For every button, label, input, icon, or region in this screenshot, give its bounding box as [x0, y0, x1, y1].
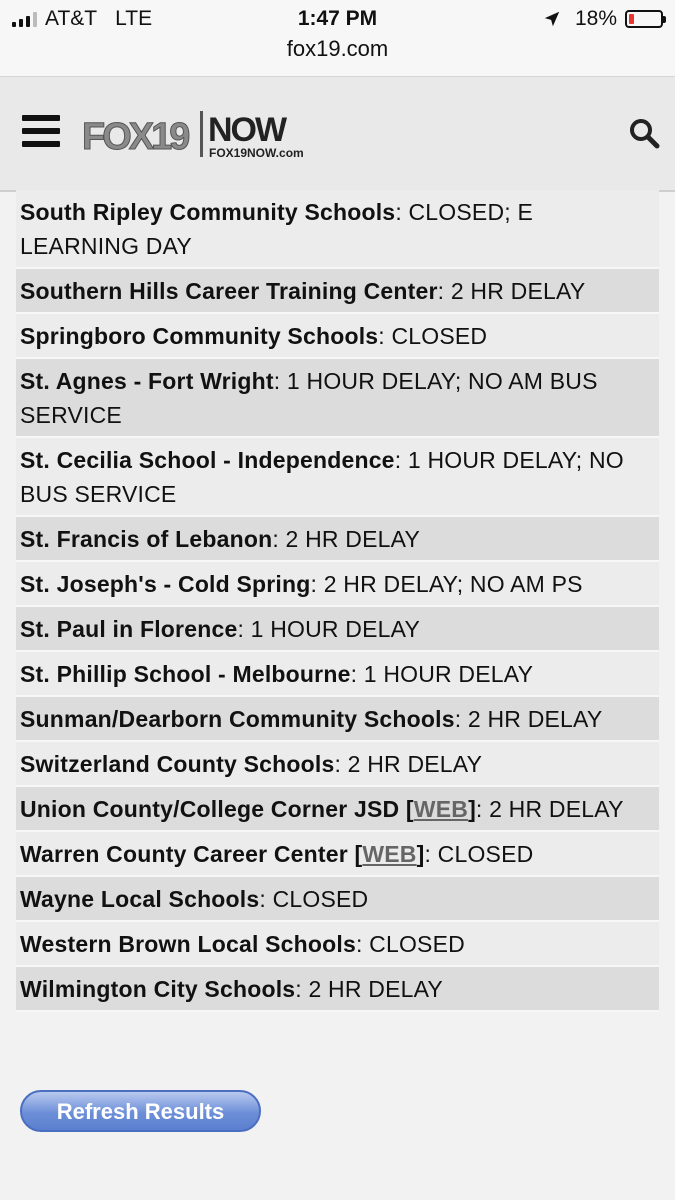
closing-status: : 2 HR DELAY; NO AM PS [310, 571, 583, 597]
school-name: St. Agnes - Fort Wright [20, 368, 274, 394]
closing-status: : 2 HR DELAY [454, 706, 603, 732]
search-icon[interactable] [628, 117, 660, 149]
closing-row: Warren County Career Center [WEB]: CLOSE… [16, 832, 659, 877]
school-web-link[interactable]: WEB [362, 841, 416, 867]
closing-status: : 1 HOUR DELAY [237, 616, 421, 642]
closing-row: St. Agnes - Fort Wright: 1 HOUR DELAY; N… [16, 359, 659, 438]
closing-status: : 1 HOUR DELAY [350, 661, 534, 687]
closing-status: : 2 HR DELAY [272, 526, 421, 552]
closing-status: : CLOSED [259, 886, 369, 912]
address-bar-url[interactable]: fox19.com [0, 36, 675, 62]
location-arrow-icon [544, 11, 560, 27]
closing-row: St. Cecilia School - Independence: 1 HOU… [16, 438, 659, 517]
closing-row: St. Paul in Florence: 1 HOUR DELAY [16, 607, 659, 652]
school-name: St. Paul in Florence [20, 616, 238, 642]
school-name: Sunman/Dearborn Community Schools [20, 706, 455, 732]
closing-row: Southern Hills Career Training Center: 2… [16, 269, 659, 314]
logo-domain: FOX19NOW.com [209, 146, 304, 160]
closing-row: Wayne Local Schools: CLOSED [16, 877, 659, 922]
closing-row: St. Francis of Lebanon: 2 HR DELAY [16, 517, 659, 562]
battery-percent: 18% [574, 7, 617, 30]
closing-status: : 2 HR DELAY [295, 976, 443, 1002]
school-name: St. Francis of Lebanon [20, 526, 273, 552]
closing-row: South Ripley Community Schools: CLOSED; … [16, 190, 659, 269]
closing-status: : 2 HR DELAY [334, 751, 483, 777]
logo-fox: FOX19 [82, 116, 189, 158]
school-name: Switzerland County Schools [20, 751, 335, 777]
school-name: Warren County Career Center [ [20, 841, 363, 867]
fox19now-logo[interactable]: FOX19 NOW FOX19NOW.com [82, 107, 322, 163]
closing-status: : CLOSED [424, 841, 534, 867]
closing-row: St. Phillip School - Melbourne: 1 HOUR D… [16, 652, 659, 697]
closing-row: Western Brown Local Schools: CLOSED [16, 922, 659, 967]
closing-status: : 2 HR DELAY [437, 278, 586, 304]
refresh-results-button[interactable]: Refresh Results [20, 1090, 261, 1132]
school-name: Union County/College Corner JSD [ [20, 796, 414, 822]
closing-status: : 2 HR DELAY [475, 796, 624, 822]
closing-status: : CLOSED [355, 931, 465, 957]
school-name: St. Phillip School - Melbourne [20, 661, 351, 687]
school-name: Western Brown Local Schools [20, 931, 356, 957]
school-name: Wilmington City Schools [20, 976, 296, 1002]
closing-row: Switzerland County Schools: 2 HR DELAY [16, 742, 659, 787]
closing-row: St. Joseph's - Cold Spring: 2 HR DELAY; … [16, 562, 659, 607]
battery-fill [629, 14, 634, 24]
closing-row: Springboro Community Schools: CLOSED [16, 314, 659, 359]
school-web-link[interactable]: WEB [414, 796, 468, 822]
closing-row: Wilmington City Schools: 2 HR DELAY [16, 967, 659, 1012]
status-right: 18% [543, 7, 666, 31]
logo-now: NOW [208, 111, 288, 149]
closings-list: South Ripley Community Schools: CLOSED; … [16, 190, 659, 1012]
closing-status: : CLOSED [378, 323, 488, 349]
school-name: Southern Hills Career Training Center [20, 278, 438, 304]
bracket-close: ] [468, 796, 476, 822]
school-name: Wayne Local Schools [20, 886, 260, 912]
closing-row: Sunman/Dearborn Community Schools: 2 HR … [16, 697, 659, 742]
school-name: South Ripley Community Schools [20, 199, 396, 225]
school-name: Springboro Community Schools [20, 323, 379, 349]
school-name: St. Joseph's - Cold Spring [20, 571, 311, 597]
closing-row: Union County/College Corner JSD [WEB]: 2… [16, 787, 659, 832]
site-header: FOX19 NOW FOX19NOW.com [0, 77, 675, 192]
menu-icon[interactable] [22, 115, 60, 151]
battery-icon [625, 10, 666, 28]
status-bar: AT&T LTE 1:47 PM fox19.com 18% [0, 0, 675, 77]
school-name: St. Cecilia School - Independence [20, 447, 395, 473]
